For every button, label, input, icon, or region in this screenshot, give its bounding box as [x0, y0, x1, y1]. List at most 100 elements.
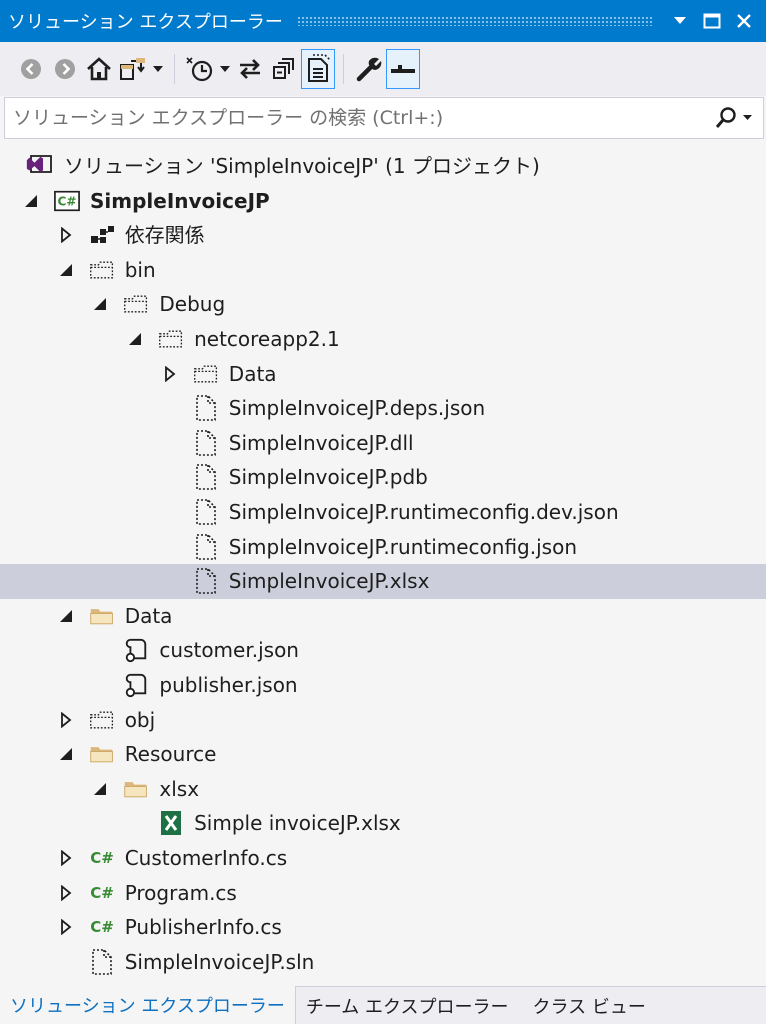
tree-item-simpleinvoicejp-1[interactable]: ソリューション 'SimpleInvoiceJP' (1 プロジェクト)	[0, 149, 766, 184]
tree-item-label: SimpleInvoiceJP.deps.json	[228, 396, 486, 421]
tree-item-label: obj	[124, 707, 156, 732]
csharp-file-icon: C#	[89, 845, 115, 871]
switch-views-dropdown[interactable]	[150, 49, 166, 89]
forward-icon[interactable]	[48, 49, 82, 89]
svg-text:C#: C#	[58, 194, 77, 208]
collapsed-arrow-icon[interactable]	[57, 918, 75, 936]
tree-item-simpleinvoicejp-runtimeconfig-dev-json[interactable]: SimpleInvoiceJP.runtimeconfig.dev.json	[0, 495, 766, 530]
tree-item-publisher-json[interactable]: publisher.json	[0, 668, 766, 703]
excel-file-icon	[158, 810, 184, 836]
hidden-file-icon	[193, 499, 219, 525]
tree-item-label: CustomerInfo.cs	[124, 846, 288, 870]
tree-item-data[interactable]: Data	[0, 357, 766, 392]
title-bar: ソリューション エクスプローラー	[0, 0, 766, 42]
solution-tree: ソリューション 'SimpleInvoiceJP' (1 プロジェクト) C# Si…	[0, 146, 766, 986]
folder-icon	[123, 776, 149, 802]
tree-item-data[interactable]: Data	[0, 599, 766, 634]
hidden-file-icon	[89, 948, 115, 975]
tree-item-label: publisher.json	[159, 673, 298, 697]
collapsed-arrow-icon[interactable]	[57, 226, 75, 244]
svg-text:C#: C#	[90, 884, 114, 902]
tree-item-program-cs[interactable]: C# Program.cs	[0, 876, 766, 911]
tree-item-simpleinvoicejp-xlsx[interactable]: SimpleInvoiceJP.xlsx	[0, 564, 766, 600]
collapsed-arrow-icon[interactable]	[57, 711, 75, 729]
properties-icon[interactable]	[352, 49, 386, 89]
expanded-arrow-icon[interactable]	[57, 745, 75, 763]
switch-views-icon[interactable]	[116, 49, 150, 89]
collapsed-arrow-icon[interactable]	[57, 884, 75, 902]
collapse-all-icon[interactable]	[267, 49, 301, 89]
preview-icon[interactable]	[386, 49, 420, 89]
tree-item-customer-json[interactable]: customer.json	[0, 633, 766, 668]
tree-item-simpleinvoicejp[interactable]: C# SimpleInvoiceJP	[0, 184, 766, 219]
hidden-file-icon	[193, 429, 219, 456]
bottom-tabs: ソリューション エクスプローラー チーム エクスプローラー クラス ビュー	[0, 986, 766, 1024]
tree-item-simpleinvoicejp-sln[interactable]: SimpleInvoiceJP.sln	[0, 945, 766, 980]
tree-item-label: bin	[124, 257, 156, 282]
drag-grip[interactable]	[296, 16, 652, 26]
search-icon[interactable]	[705, 98, 763, 138]
tree-item-label: PublisherInfo.cs	[124, 915, 282, 940]
tree-item-simpleinvoicejp-dll[interactable]: SimpleInvoiceJP.dll	[0, 426, 766, 461]
show-all-files-icon[interactable]	[301, 49, 335, 89]
tree-item-label: 依存関係	[124, 223, 205, 248]
dropdown-icon[interactable]	[664, 0, 696, 42]
home-icon[interactable]	[82, 49, 116, 89]
json-file-icon	[123, 672, 149, 698]
tree-item-simpleinvoicejp-deps-json[interactable]: SimpleInvoiceJP.deps.json	[0, 391, 766, 426]
filter-dropdown[interactable]	[217, 49, 233, 89]
tree-item-label: xlsx	[159, 776, 200, 801]
tree-item-label: Debug	[159, 292, 226, 317]
close-icon[interactable]	[728, 0, 760, 42]
expanded-arrow-icon[interactable]	[91, 295, 109, 313]
collapsed-arrow-icon[interactable]	[161, 365, 179, 383]
expanded-arrow-icon[interactable]	[91, 780, 109, 798]
tree-item-label: SimpleInvoiceJP.runtimeconfig.dev.json	[228, 500, 619, 524]
tree-item-bin[interactable]: bin	[0, 253, 766, 288]
tree-item-obj[interactable]: obj	[0, 703, 766, 738]
tree-item-label: Data	[124, 603, 173, 628]
tree-item-label: Resource	[124, 742, 217, 767]
tree-item-label: Program.cs	[124, 880, 237, 905]
expanded-arrow-icon[interactable]	[57, 607, 75, 625]
expanded-arrow-icon[interactable]	[57, 261, 75, 279]
csharp-file-icon: C#	[89, 880, 115, 906]
dependencies-icon	[89, 222, 115, 248]
csharp-project-icon: C#	[54, 188, 80, 214]
tree-item-netcoreapp2-1[interactable]: netcoreapp2.1	[0, 322, 766, 357]
hidden-file-icon	[193, 395, 219, 421]
hidden-folder-icon	[89, 707, 115, 733]
hidden-folder-icon	[123, 291, 149, 317]
hidden-folder-icon	[89, 257, 115, 283]
search-input[interactable]	[5, 106, 705, 130]
expanded-arrow-icon[interactable]	[126, 330, 144, 348]
tree-item-xlsx[interactable]: xlsx	[0, 772, 766, 807]
tab-team-explorer[interactable]: チーム エクスプローラー	[296, 987, 519, 1024]
tree-item-resource[interactable]: Resource	[0, 737, 766, 772]
hidden-file-icon	[193, 568, 219, 594]
maximize-icon[interactable]	[696, 0, 728, 42]
tree-item-customerinfo-cs[interactable]: C# CustomerInfo.cs	[0, 841, 766, 876]
tree-item-debug[interactable]: Debug	[0, 287, 766, 322]
tree-item-item[interactable]: 依存関係	[0, 218, 766, 253]
tree-item-simpleinvoicejp-pdb[interactable]: SimpleInvoiceJP.pdb	[0, 460, 766, 495]
tree-item-label: SimpleInvoiceJP.xlsx	[228, 569, 430, 594]
tree-item-publisherinfo-cs[interactable]: C# PublisherInfo.cs	[0, 910, 766, 945]
pending-changes-filter-icon[interactable]	[183, 49, 217, 89]
tab-class-view[interactable]: クラス ビュー	[518, 987, 655, 1024]
collapsed-arrow-icon[interactable]	[57, 849, 75, 867]
toolbar-separator	[343, 54, 344, 84]
window-title: ソリューション エクスプローラー	[8, 12, 283, 33]
hidden-file-icon	[193, 464, 219, 491]
tree-item-simpleinvoicejp-runtimeconfig-json[interactable]: SimpleInvoiceJP.runtimeconfig.json	[0, 530, 766, 565]
tree-item-label: netcoreapp2.1	[194, 327, 340, 351]
hidden-file-icon	[193, 533, 219, 560]
svg-text:C#: C#	[90, 849, 114, 867]
hidden-folder-icon	[158, 326, 184, 352]
back-icon[interactable]	[14, 49, 48, 89]
tab-solution-explorer[interactable]: ソリューション エクスプローラー	[0, 986, 296, 1024]
tree-item-simple-invoicejp-xlsx[interactable]: Simple invoiceJP.xlsx	[0, 806, 766, 841]
sync-icon[interactable]	[233, 49, 267, 89]
tree-item-label: SimpleInvoiceJP	[90, 188, 270, 213]
expanded-arrow-icon[interactable]	[22, 192, 40, 210]
